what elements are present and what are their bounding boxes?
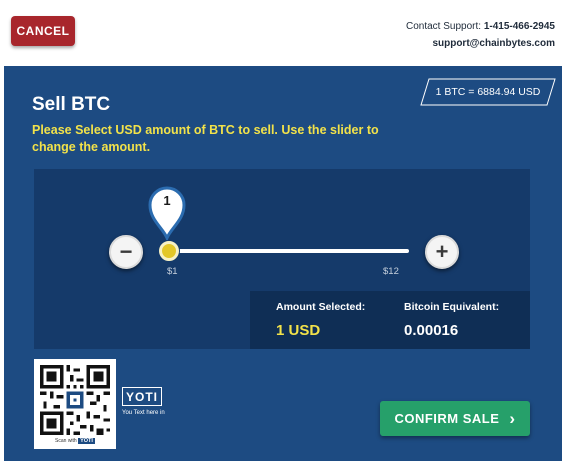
decrease-button[interactable]: − <box>109 235 143 269</box>
confirm-sale-button[interactable]: CONFIRM SALE › <box>380 401 530 436</box>
yoti-logo: YOTI <box>122 387 162 406</box>
cancel-button[interactable]: CANCEL <box>11 16 75 46</box>
support-phone: 1-415-466-2945 <box>483 21 555 32</box>
sell-panel: 1 BTC = 6884.94 USD Sell BTC Please Sele… <box>4 66 562 461</box>
support-info: Contact Support: 1-415-466-2945 support@… <box>406 18 555 52</box>
increase-button[interactable]: + <box>425 235 459 269</box>
support-email: support@chainbytes.com <box>432 38 555 49</box>
bitcoin-equivalent-value: 0.00016 <box>404 322 459 339</box>
amount-selected-label: Amount Selected: <box>276 301 366 313</box>
qr-caption-brand: YOTI <box>78 438 95 444</box>
bitcoin-equivalent-label: Bitcoin Equivalent: <box>404 301 500 313</box>
exchange-rate-badge: 1 BTC = 6884.94 USD <box>420 78 556 106</box>
qr-caption-text: Scan with <box>55 438 77 444</box>
qr-code-icon <box>40 365 110 435</box>
qr-code-card: Scan with YOTI <box>34 359 116 449</box>
amount-selected-value: 1 USD <box>276 322 321 339</box>
slider-min-label: $1 <box>167 266 178 277</box>
slider-panel: − 1 + $1 $12 Amount Selected: 1 USD Bitc… <box>34 169 530 349</box>
yoti-tagline: You Text here in <box>122 410 165 416</box>
qr-caption: Scan with YOTI <box>34 438 116 444</box>
top-bar: CANCEL Contact Support: 1-415-466-2945 s… <box>0 0 565 66</box>
amount-summary: Amount Selected: 1 USD Bitcoin Equivalen… <box>250 291 530 349</box>
slider-thumb[interactable] <box>159 241 179 261</box>
confirm-sale-label: CONFIRM SALE <box>394 411 500 426</box>
support-label: Contact Support: <box>406 21 482 32</box>
instructions-text: Please Select USD amount of BTC to sell.… <box>32 123 379 154</box>
slider-max-label: $12 <box>383 266 399 277</box>
page-title: Sell BTC <box>32 94 111 115</box>
slider-value-label: 1 <box>163 193 171 208</box>
exchange-rate: 1 BTC = 6884.94 USD <box>435 86 541 98</box>
chevron-right-icon: › <box>509 408 516 428</box>
slider-track[interactable] <box>167 249 409 253</box>
